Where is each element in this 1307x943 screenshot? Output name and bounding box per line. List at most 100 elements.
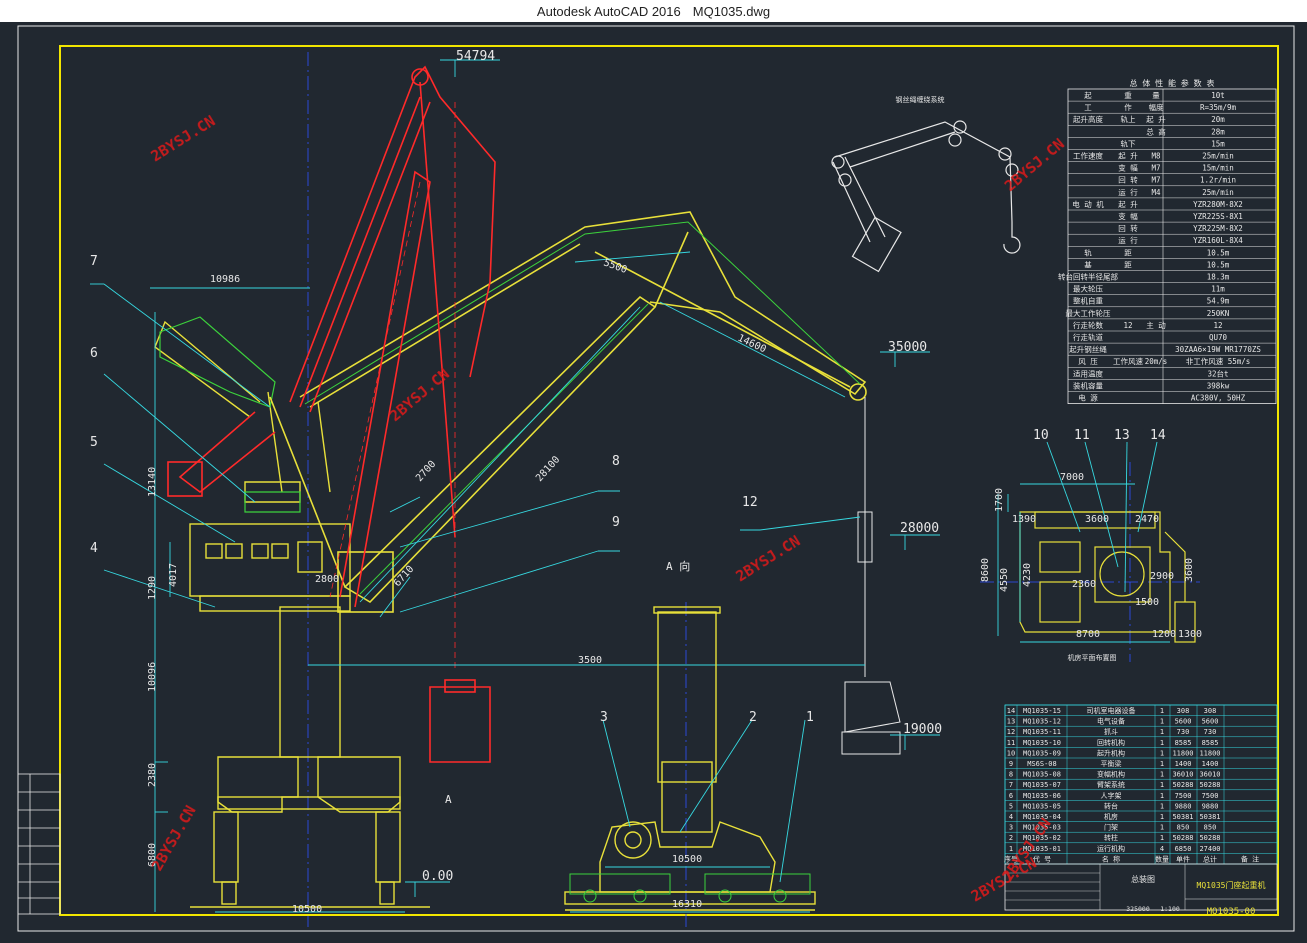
dim-2700: 2700 [414,459,438,484]
parts-list-cell: 6 [1009,792,1013,800]
reeving-caption: 钢丝绳缠绕系统 [896,95,945,104]
parts-list-cell: 50288 [1172,834,1193,842]
parts-list-header-cell: 总计 [1203,854,1217,863]
spec-table-cell: 起升高度 [1073,114,1103,124]
parts-list-cell: MS6S-08 [1027,760,1057,768]
spec-table-cell: 32台t [1207,368,1228,378]
parts-list-cell: 50288 [1199,834,1220,842]
parts-list-cell: 5600 [1202,718,1219,726]
parts-list-cell: 1400 [1202,760,1219,768]
window-title-bar: Autodesk AutoCAD 2016 MQ1035.dwg [0,0,1307,22]
parts-list-row: 5 MQ1035-05 转台 1 9880 9880 [1009,801,1219,810]
callout-7: 7 [90,254,98,269]
parts-list-cell: 8585 [1175,739,1192,747]
parts-list-row: 13 MQ1035-12 电气设备 1 5600 5600 [1007,717,1219,726]
drawing-svg: 钢丝绳缠绕系统 总 体 性 能 参 数 表起 重 量 10t 工 作 幅度 R=35m/9m 起… [17,25,1295,932]
spec-table-cell: 轨 [1084,247,1092,257]
callout-2: 2 [749,710,757,725]
callout-1: 1 [806,710,814,725]
parts-list-cell: 臂架系统 [1097,780,1125,789]
dim-2900: 2900 [1150,571,1174,582]
parts-list-row: 9 MS6S-08 平衡梁 1 1400 1400 [1009,759,1219,768]
spec-table-cell: 12 [1123,321,1132,330]
revision-block [17,773,61,915]
plan-caption: 机房平面布置图 [1068,653,1117,662]
spec-table-row: 转台回转半径尾部 18.3m [1058,272,1230,282]
spec-table-cell: M7 [1151,164,1160,173]
dim-2380: 2380 [147,763,158,787]
spec-table-cell: 11m [1211,285,1225,294]
parts-list: 14 MQ1035-15 司机室电器设备 1 308 30813 MQ1035-12 电气设备… [1004,704,1278,917]
parts-list-cell: MQ1035-10 [1023,739,1061,747]
dim-7000: 7000 [1060,472,1084,483]
parts-list-cell: 5 [1009,802,1013,810]
parts-list-cell: 2 [1009,834,1013,842]
spec-table-cell: 回 转 [1118,175,1138,185]
parts-list-cell: 10 [1007,749,1015,757]
parts-list-cell: 1 [1160,707,1164,715]
parts-list-cell: 1 [1160,749,1164,757]
spec-table-cell: 回 转 [1118,223,1138,233]
spec-table-row: 起 重 量 10t [1084,91,1225,100]
dim-28100: 28100 [534,454,562,484]
elev-35000: 35000 [888,340,927,355]
spec-table: 总 体 性 能 参 数 表起 重 量 10t 工 作 幅度 R=35m/9m 起升高度 轨上起 升… [1058,78,1277,405]
parts-list-row: 12 MQ1035-11 抓斗 1 730 730 [1007,727,1217,736]
parts-list-cell: 11 [1007,739,1015,747]
elev-54794: 54794 [456,49,495,64]
spec-table-row: 风 压 工作风速 20m/s 非工作风速 55m/s [1078,356,1250,366]
boom-chords [304,221,861,595]
parts-list-row: 7 MQ1035-07 臂架系统 1 50288 50288 [1009,780,1221,789]
parts-list-row: 8 MQ1035-08 变幅机构 1 36010 36010 [1009,770,1221,779]
spec-table-cell: 行走轮数 [1073,320,1103,330]
spec-table-cell: 整机自重 [1073,296,1103,306]
parts-list-cell: 14 [1007,707,1015,715]
app-name: Autodesk AutoCAD 2016 [536,3,681,19]
spec-table-cell: 转台回转半径尾部 [1058,272,1118,282]
file-name: MQ1035.dwg [692,3,771,19]
spec-table-cell: YZR280M-8X2 [1193,200,1243,209]
dim-8600: 8600 [980,558,991,582]
spec-table-cell: YZR160L-8X4 [1193,236,1243,245]
parts-list-cell: 11800 [1172,749,1193,757]
elev-19000: 19000 [903,722,942,737]
spec-table-cell: 20m [1211,115,1225,124]
parts-list-cell: MQ1035-11 [1023,728,1061,736]
spec-table-row: 适用温度 32台t [1073,368,1229,378]
spec-table-cell: 风 压 [1078,357,1098,366]
spec-table-cell: 54.9m [1207,297,1230,306]
spec-table-cell: 30ZAA6×19W MR1770ZS [1175,345,1261,354]
parts-list-header-cell: 单件 [1176,854,1190,863]
parts-list-cell: 转台 [1104,801,1118,810]
parts-list-cell: 平衡梁 [1101,759,1122,768]
dim-1700: 1700 [994,488,1005,512]
parts-list-cell: 50288 [1199,781,1220,789]
title-block-drawing-name: MQ1035门座起重机 [1197,880,1266,890]
reeving-diagram [831,120,1021,273]
dim-1390: 1390 [1012,514,1036,525]
parts-list-cell: 27400 [1199,845,1220,853]
parts-list-cell: 8585 [1202,739,1219,747]
parts-list-cell: MQ1035-05 [1023,802,1061,810]
a-view-leaders [570,719,810,913]
parts-list-cell: 司机室电器设备 [1087,706,1136,715]
spec-table-cell: 最大工作轮压 [1066,308,1111,318]
title-block-weight: 325000 [1126,905,1150,913]
spec-table-row: 运 行 M4 25m/min [1118,187,1234,197]
callout-8: 8 [612,454,620,469]
parts-list-cell: 7500 [1202,792,1219,800]
callout-4: 4 [90,541,98,556]
spec-table-cell: R=35m/9m [1200,103,1237,112]
spec-table-row: 装机容量 398kw [1073,380,1230,390]
parts-list-cell: 人字架 [1101,791,1122,800]
spec-table-cell: 10.5m [1207,260,1230,269]
callout-10: 10 [1033,428,1049,443]
dim-2470: 2470 [1135,514,1159,525]
parts-list-cell: 308 [1204,707,1217,715]
title-block-drawing-no: MQ1035-00 [1207,907,1256,917]
watermark: 2BYSJ.CN [148,802,200,874]
callout-11: 11 [1074,428,1090,443]
drawing-canvas[interactable]: 钢丝绳缠绕系统 总 体 性 能 参 数 表起 重 量 10t 工 作 幅度 R=35m/9m 起… [0,22,1307,938]
dim-10986: 10986 [210,274,240,285]
dim-5500: 5500 [602,257,628,276]
